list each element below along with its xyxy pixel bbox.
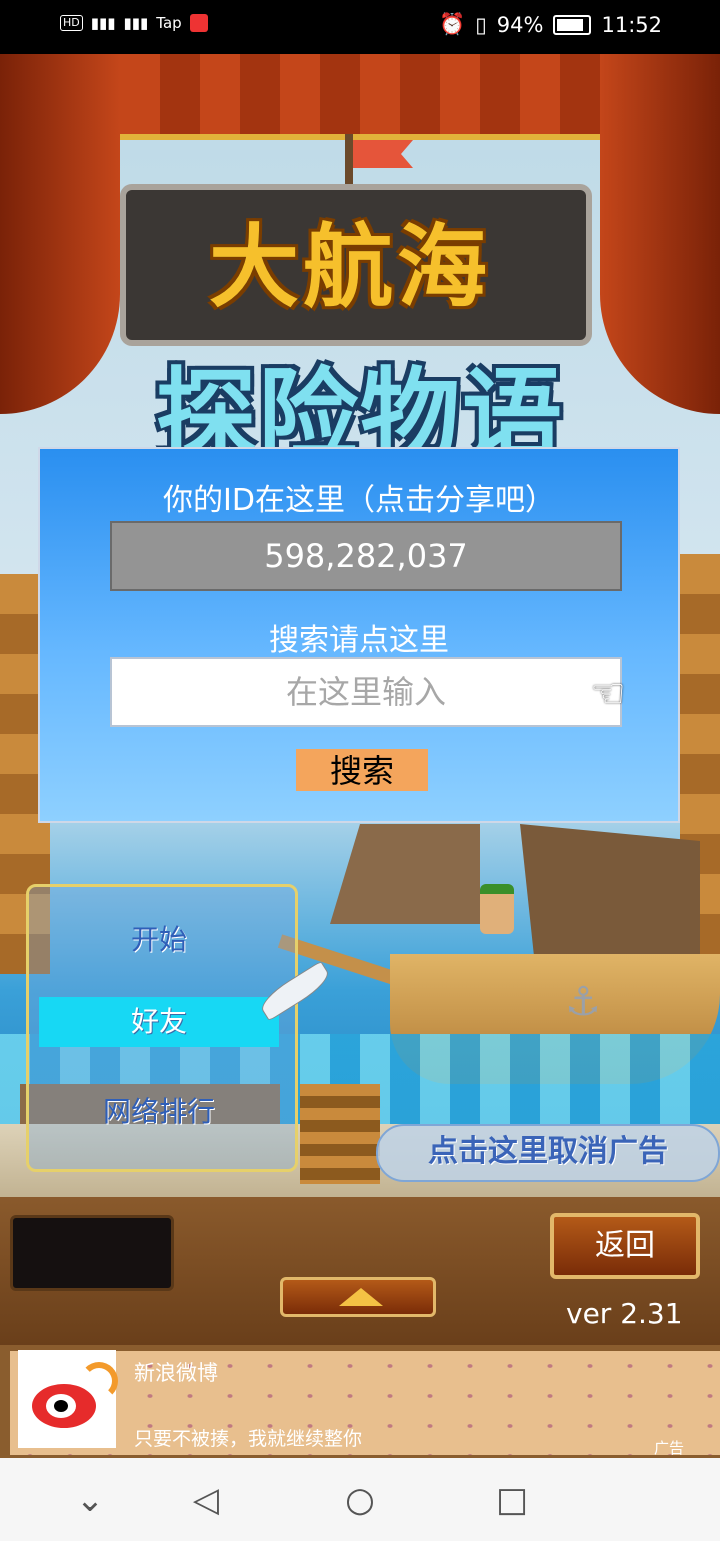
search-label: 搜索请点这里 — [269, 623, 449, 658]
ad-subtitle: 只要不被揍，我就继续整你 — [134, 1428, 363, 1450]
weibo-logo-icon — [18, 1350, 118, 1448]
ad-banner[interactable]: 新浪微博 只要不被揍，我就继续整你 广告 — [0, 1345, 720, 1458]
status-right-indicators: ⏰ ▯ 94% 11:52 — [439, 12, 662, 37]
search-button[interactable]: 搜索 — [296, 749, 428, 791]
hd-indicator: HD — [60, 15, 83, 31]
vibrate-icon: ▯ — [475, 12, 487, 37]
ad-title: 新浪微博 — [134, 1361, 218, 1385]
version-label: ver 2.31 — [566, 1297, 683, 1330]
status-left-indicators: HD ▮▮▮ ▮▮▮ Tap — [60, 14, 208, 32]
menu-item-start[interactable]: 开始 — [39, 915, 279, 965]
battery-icon — [553, 14, 592, 35]
game-logo-line1: 大航海 — [209, 215, 491, 320]
ship-sail-front — [330, 824, 480, 924]
main-menu-panel: 开始 好友 网络排行 — [26, 884, 334, 1172]
game-bottom-bar: 返回 ver 2.31 — [0, 1197, 720, 1345]
menu-item-ranking[interactable]: 网络排行 — [39, 1087, 279, 1137]
signal-icon-1: ▮▮▮ — [90, 14, 116, 32]
app-notification-icon — [189, 14, 208, 32]
pirate-character — [480, 884, 514, 934]
battery-percent: 94% — [496, 12, 544, 37]
status-bar: HD ▮▮▮ ▮▮▮ Tap ⏰ ▯ 94% 11:52 — [0, 0, 720, 54]
id-dialog-title[interactable]: 你的ID在这里（点击分享吧） — [40, 475, 678, 519]
alarm-icon: ⏰ — [439, 12, 466, 36]
cancel-ad-button[interactable]: 点击这里取消广告 — [376, 1124, 720, 1182]
back-triangle-icon[interactable]: ◁ — [184, 1478, 228, 1522]
clock: 11:52 — [601, 12, 662, 37]
recent-square-icon[interactable]: □ — [490, 1478, 534, 1522]
menu-item-friends[interactable]: 好友 — [39, 997, 279, 1047]
back-button[interactable]: 返回 — [550, 1213, 700, 1279]
info-display-box — [10, 1215, 174, 1291]
expand-up-button[interactable] — [280, 1277, 436, 1317]
signal-icon-2: ▮▮▮ — [123, 14, 149, 32]
pier — [300, 1084, 380, 1184]
player-id-box[interactable]: 598,282,037 — [110, 521, 622, 591]
tap-indicator: Tap — [156, 14, 182, 32]
anchor-icon: ⚓ — [565, 979, 601, 1025]
system-nav-bar: ⌄ ◁ ○ □ — [0, 1458, 720, 1541]
chevron-down-icon[interactable]: ⌄ — [68, 1478, 112, 1522]
flag-icon — [353, 140, 413, 168]
up-arrow-icon — [339, 1288, 383, 1306]
pointing-hand-icon: ☜ — [590, 671, 626, 717]
home-circle-icon[interactable]: ○ — [338, 1478, 382, 1522]
ad-banner-content — [10, 1351, 720, 1455]
search-input[interactable] — [110, 657, 622, 727]
id-dialog: 你的ID在这里（点击分享吧） 598,282,037 搜索请点这里 ☜ 搜索 — [38, 447, 680, 823]
ad-tag: 广告 — [654, 1439, 685, 1457]
